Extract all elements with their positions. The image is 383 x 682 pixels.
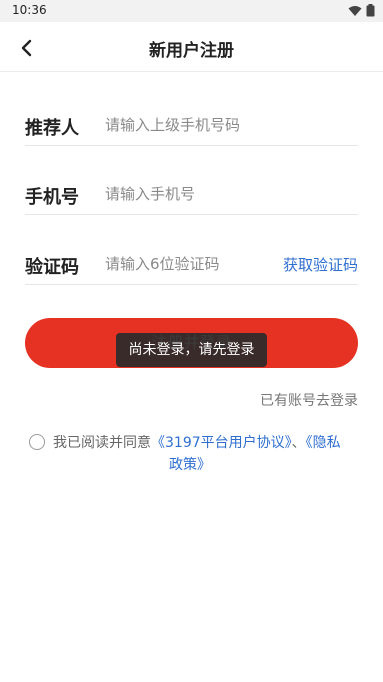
agree-radio[interactable] (29, 434, 45, 450)
page-title: 新用户注册 (149, 41, 234, 61)
code-input[interactable] (105, 251, 270, 277)
app-header: 新用户注册 (0, 22, 383, 72)
agreement-separator: 、 (291, 435, 306, 451)
login-link[interactable]: 已有账号去登录 (260, 390, 358, 410)
phone-row: 手机号 (25, 175, 358, 215)
status-bar: 10:36 (0, 0, 383, 22)
get-code-button[interactable]: 获取验证码 (283, 254, 358, 275)
status-time: 10:36 (12, 3, 47, 17)
status-icons (348, 4, 375, 17)
phone-label: 手机号 (25, 187, 79, 208)
agreement-prefix: 我已阅读并同意 (53, 435, 151, 451)
wifi-icon (348, 5, 362, 16)
agreement-line2: 政策》 (53, 454, 359, 476)
code-row: 验证码 获取验证码 (25, 245, 358, 285)
privacy-policy-link-part2[interactable]: 政策》 (169, 457, 211, 473)
referrer-input[interactable] (105, 112, 355, 138)
privacy-policy-link-part1[interactable]: 《隐私 (306, 435, 341, 451)
battery-icon (366, 4, 375, 17)
toast-message: 尚未登录，请先登录 (116, 333, 267, 367)
user-agreement-link[interactable]: 《3197平台用户协议》 (151, 435, 292, 451)
referrer-label: 推荐人 (25, 118, 79, 139)
referrer-row: 推荐人 (25, 106, 358, 146)
phone-input[interactable] (105, 181, 355, 207)
agreement-text: 我已阅读并同意《3197平台用户协议》、《隐私 政策》 (53, 432, 359, 476)
code-label: 验证码 (25, 257, 79, 278)
